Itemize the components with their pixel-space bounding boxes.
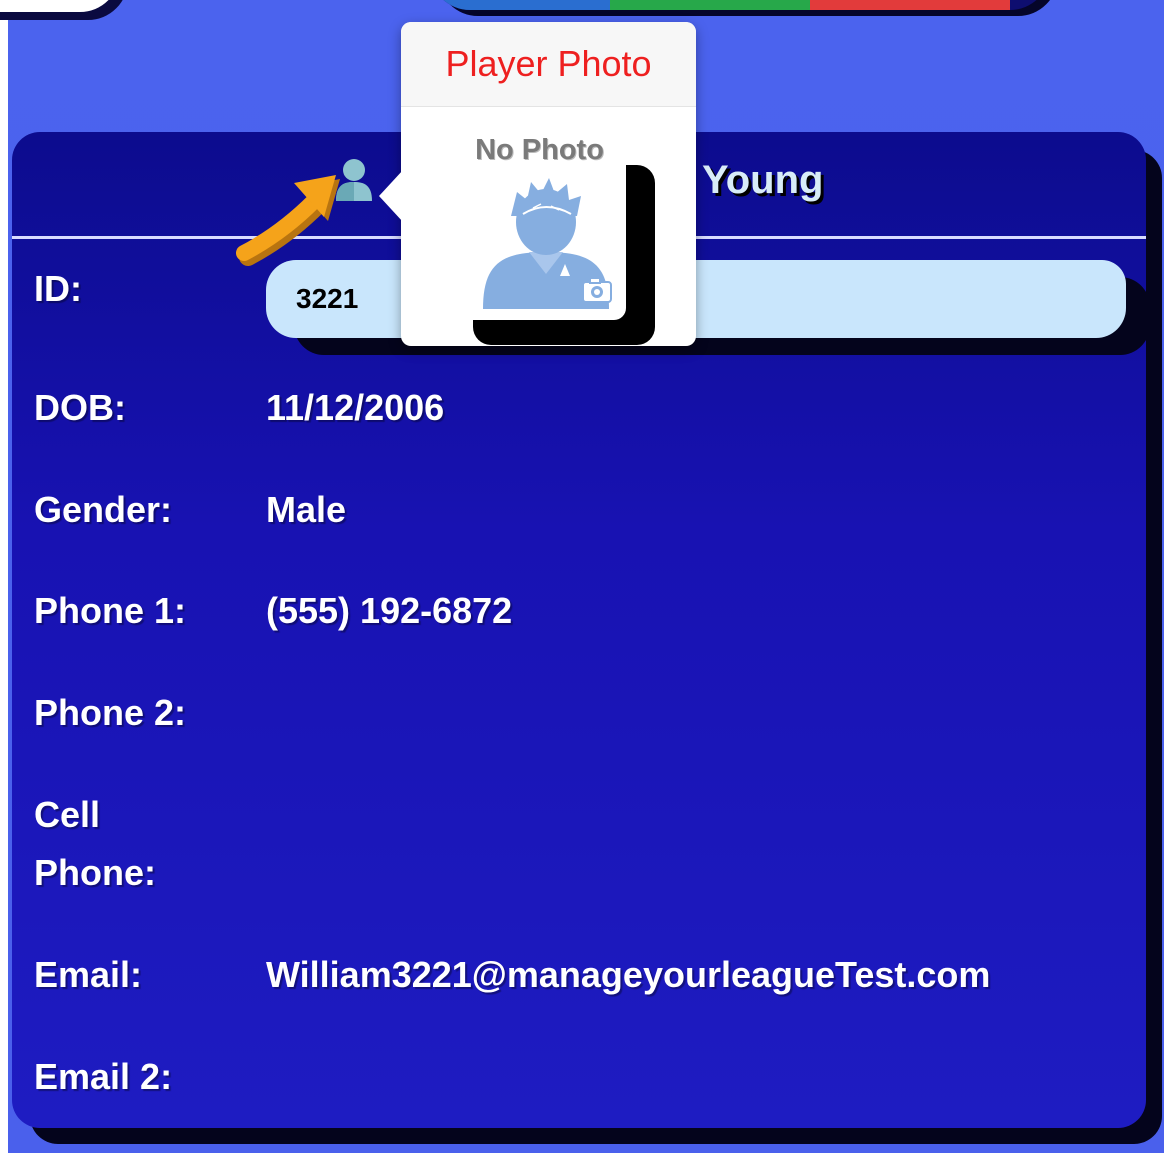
email-value: William3221@manageyourleagueTest.com	[266, 954, 991, 995]
email-label: Email:	[34, 954, 143, 995]
player-photo[interactable]: No Photo	[453, 124, 626, 320]
phone2-label: Phone 2:	[34, 692, 187, 733]
no-photo-label: No Photo	[475, 134, 604, 166]
gender-value: Male	[266, 489, 347, 530]
dob-value: 11/12/2006	[266, 387, 445, 428]
id-label: ID:	[34, 268, 82, 309]
popover-caret	[379, 170, 403, 222]
cell-phone-label-line2: Phone:	[34, 852, 156, 893]
tab-accent-red	[810, 0, 1010, 10]
id-input[interactable]	[266, 260, 1126, 338]
player-photo-popover: Player Photo No Photo	[379, 22, 696, 346]
email2-label: Email 2:	[34, 1056, 173, 1097]
top-tab-bar-fragment	[430, 0, 1050, 10]
popover-title: Player Photo	[401, 22, 696, 107]
phone1-label: Phone 1:	[34, 590, 187, 631]
tab-accent-blue	[430, 0, 610, 10]
phone1-value: (555) 192-6872	[266, 590, 513, 631]
dob-label: DOB:	[34, 387, 126, 428]
tab-accent-green	[610, 0, 810, 10]
camera-icon	[582, 277, 612, 303]
gender-label: Gender:	[34, 489, 173, 530]
cell-phone-label-line1: Cell	[34, 794, 101, 835]
avatar-placeholder-icon	[483, 178, 612, 309]
player-name: Young	[702, 158, 824, 202]
arrow-pointer-icon	[236, 175, 340, 266]
